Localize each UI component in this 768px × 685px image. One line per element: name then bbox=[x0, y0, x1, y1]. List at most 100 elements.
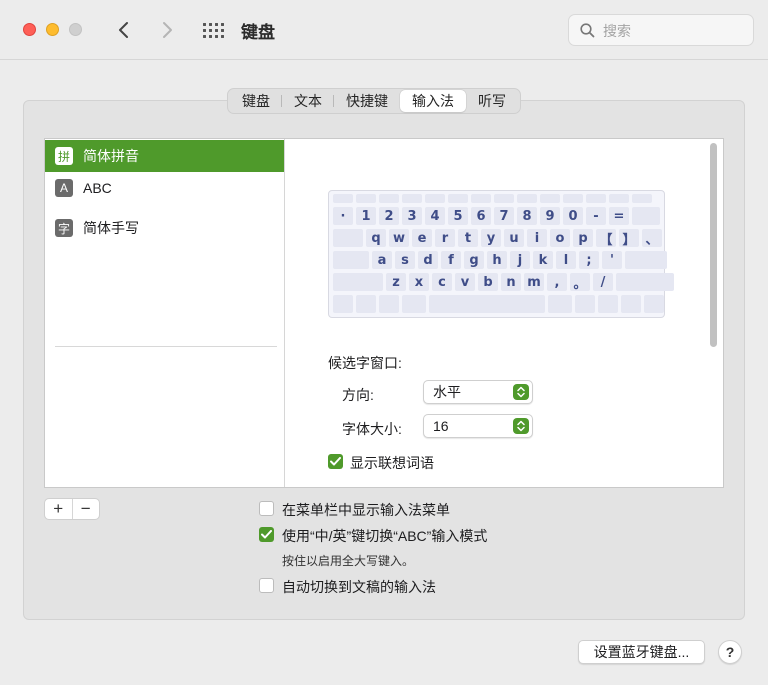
keyboard-row-zxcv: z x c v b n m,。 / bbox=[333, 273, 674, 292]
keyboard-key: 】 bbox=[619, 229, 639, 248]
keyboard-key: 9 bbox=[540, 207, 560, 225]
help-button[interactable]: ? bbox=[718, 640, 742, 664]
show-predictions-label: 显示联想词语 bbox=[350, 455, 434, 471]
window-title: 键盘 bbox=[241, 23, 275, 42]
keyboard-key: 0 bbox=[563, 207, 583, 225]
minimize-window-button[interactable] bbox=[46, 23, 59, 36]
keyboard-key: 。 bbox=[570, 273, 590, 292]
tab-keyboard[interactable]: 键盘 bbox=[230, 90, 282, 112]
keyboard-key: q bbox=[366, 229, 386, 247]
direction-value: 水平 bbox=[433, 384, 461, 400]
keyboard-key: v bbox=[455, 273, 475, 291]
add-input-source-button[interactable]: + bbox=[45, 499, 73, 519]
keyboard-key: 3 bbox=[402, 207, 422, 225]
keyboard-key-blank bbox=[616, 273, 674, 291]
keyboard-key: 6 bbox=[471, 207, 491, 225]
back-button[interactable] bbox=[111, 17, 137, 43]
list-item-pinyin[interactable]: 拼 简体拼音 bbox=[45, 140, 284, 172]
keyboard-key: ; bbox=[579, 251, 599, 269]
abc-icon: A bbox=[55, 179, 73, 197]
auto-switch-label: 自动切换到文稿的输入法 bbox=[282, 579, 436, 595]
toggle-abc-hint: 按住以启用全大写键入。 bbox=[282, 554, 415, 568]
show-input-menu-label: 在菜单栏中显示输入法菜单 bbox=[282, 502, 450, 518]
keyboard-key: h bbox=[487, 251, 507, 269]
keyboard-key: o bbox=[550, 229, 570, 247]
keyboard-key: , bbox=[547, 273, 567, 291]
scrollbar-thumb[interactable] bbox=[710, 143, 717, 347]
auto-switch-checkbox[interactable] bbox=[259, 578, 274, 593]
keyboard-key: a bbox=[372, 251, 392, 269]
keyboard-key: 【 bbox=[596, 229, 616, 248]
keyboard-key: r bbox=[435, 229, 455, 247]
keyboard-key: w bbox=[389, 229, 409, 247]
list-item-label: 简体手写 bbox=[83, 220, 139, 236]
keyboard-key: - bbox=[586, 207, 606, 225]
keyboard-key: 8 bbox=[517, 207, 537, 225]
keyboard-key: e bbox=[412, 229, 432, 247]
list-item-abc[interactable]: A ABC bbox=[45, 172, 284, 204]
keyboard-key: 、 bbox=[642, 229, 662, 248]
search-input[interactable] bbox=[603, 20, 743, 42]
search-icon bbox=[580, 23, 595, 38]
input-source-list: 拼 简体拼音 A ABC 字 简体手写 bbox=[45, 139, 285, 487]
keyboard-key: s bbox=[395, 251, 415, 269]
setup-bluetooth-keyboard-button[interactable]: 设置蓝牙键盘... bbox=[578, 640, 705, 664]
close-window-button[interactable] bbox=[23, 23, 36, 36]
zoom-window-button[interactable] bbox=[69, 23, 82, 36]
keyboard-layout-preview: · 1 2 3 4 5 6 7 8 9 0- = q w e r t y u i o p 【】、 a s d f g h j k l; ' … bbox=[328, 190, 674, 318]
tab-shortcuts[interactable]: 快捷键 bbox=[334, 90, 400, 112]
input-source-detail: · 1 2 3 4 5 6 7 8 9 0- = q w e r t y u i o p 【】、 a s d f g h j k l; ' … bbox=[286, 139, 723, 487]
keyboard-row-numbers: · 1 2 3 4 5 6 7 8 9 0- = bbox=[333, 207, 660, 225]
tab-dictation[interactable]: 听写 bbox=[466, 90, 518, 112]
font-size-label: 字体大小: bbox=[342, 421, 402, 437]
keyboard-key: u bbox=[504, 229, 524, 247]
keyboard-key: k bbox=[533, 251, 553, 269]
keyboard-key: / bbox=[593, 273, 613, 291]
keyboard-key-blank bbox=[333, 273, 383, 291]
pinyin-icon: 拼 bbox=[55, 147, 73, 165]
keyboard-key: n bbox=[501, 273, 521, 291]
keyboard-key: b bbox=[478, 273, 498, 291]
keyboard-key: f bbox=[441, 251, 461, 269]
list-item-label: ABC bbox=[83, 180, 112, 196]
keyboard-key: i bbox=[527, 229, 547, 247]
keyboard-key: ' bbox=[602, 251, 622, 269]
updown-arrows-icon bbox=[513, 384, 529, 400]
show-predictions-checkbox[interactable] bbox=[328, 454, 343, 469]
keyboard-key-blank bbox=[333, 229, 363, 247]
keyboard-key: x bbox=[409, 273, 429, 291]
keyboard-key: = bbox=[609, 207, 629, 225]
show-all-grid-button[interactable] bbox=[202, 19, 224, 41]
chevron-left-icon bbox=[119, 22, 128, 38]
list-divider bbox=[55, 346, 277, 347]
keyboard-key: j bbox=[510, 251, 530, 269]
font-size-select[interactable]: 16 bbox=[423, 414, 533, 438]
list-item-label: 简体拼音 bbox=[83, 148, 139, 164]
updown-arrows-icon bbox=[513, 418, 529, 434]
input-sources-panel: 拼 简体拼音 A ABC 字 简体手写 · 1 2 3 4 5 6 7 8 9 0- = qwerty… bbox=[44, 138, 724, 488]
keyboard-row-space bbox=[333, 295, 664, 313]
keyboard-key: 1 bbox=[356, 207, 376, 225]
tab-input-sources[interactable]: 输入法 bbox=[400, 90, 466, 112]
toggle-abc-checkbox[interactable] bbox=[259, 527, 274, 542]
keyboard-key: z bbox=[386, 273, 406, 291]
direction-label: 方向: bbox=[342, 387, 374, 403]
keyboard-key: · bbox=[333, 207, 353, 225]
keyboard-row-qwerty: q w e r t y u i o p 【】、 bbox=[333, 229, 662, 248]
keyboard-key-blank bbox=[333, 251, 369, 269]
keyboard-key: l bbox=[556, 251, 576, 269]
show-input-menu-checkbox[interactable] bbox=[259, 501, 274, 516]
keyboard-key: m bbox=[524, 273, 544, 291]
remove-input-source-button[interactable]: − bbox=[73, 499, 100, 519]
forward-button[interactable] bbox=[154, 17, 180, 43]
keyboard-key: 5 bbox=[448, 207, 468, 225]
handwriting-icon: 字 bbox=[55, 219, 73, 237]
keyboard-key: c bbox=[432, 273, 452, 291]
tab-text[interactable]: 文本 bbox=[282, 90, 334, 112]
list-item-handwriting[interactable]: 字 简体手写 bbox=[45, 212, 284, 244]
title-bar: 键盘 bbox=[0, 0, 768, 60]
search-field[interactable] bbox=[568, 14, 754, 46]
checkmark-icon bbox=[261, 530, 272, 539]
keyboard-key: y bbox=[481, 229, 501, 247]
direction-select[interactable]: 水平 bbox=[423, 380, 533, 404]
